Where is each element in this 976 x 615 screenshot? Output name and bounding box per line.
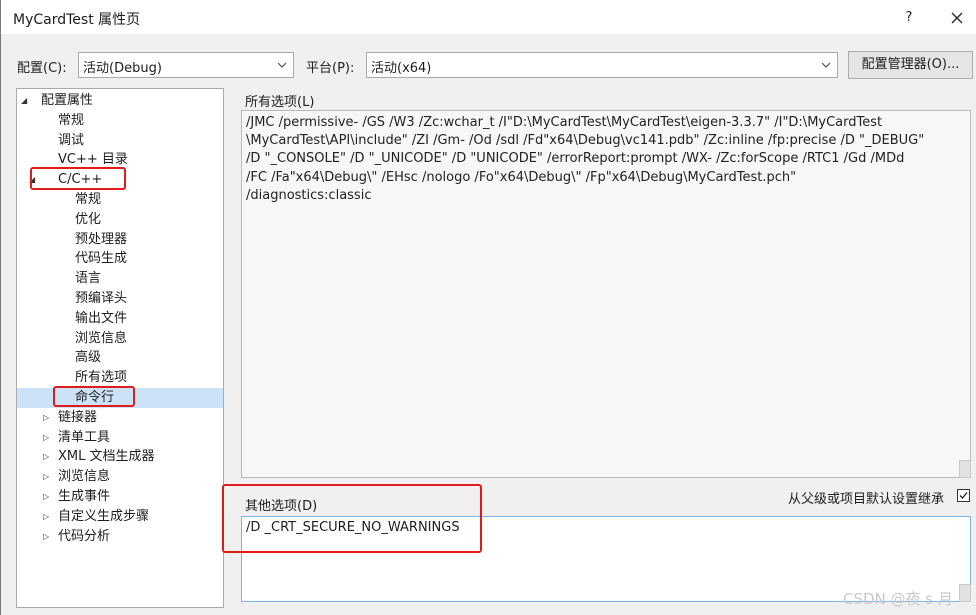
config-select-value: 活动(Debug) xyxy=(83,61,162,76)
chevron-down-icon xyxy=(277,62,287,68)
configuration-manager-button[interactable]: 配置管理器(O)... xyxy=(848,51,973,79)
tree-item-label: 浏览信息 xyxy=(75,330,128,346)
highlight-command-line xyxy=(53,386,135,407)
tree-item[interactable]: 调试 xyxy=(17,131,223,151)
chevron-down-icon xyxy=(821,62,831,68)
platform-select[interactable]: 活动(x64) xyxy=(366,52,838,78)
tree-item-label: 代码生成 xyxy=(75,251,128,267)
config-select[interactable]: 活动(Debug) xyxy=(78,52,294,78)
all-options-line: /diagnostics:classic xyxy=(246,187,372,203)
checkmark-icon xyxy=(959,492,968,499)
expand-arrow-icon[interactable]: ▷ xyxy=(43,467,49,487)
tree-item-label: 生成事件 xyxy=(58,489,111,504)
tree-item[interactable]: ▷ XML 文档生成器 xyxy=(17,447,223,467)
property-pages-dialog: MyCardTest 属性页 ? 配置(C): 活动(Debug) 平台(P):… xyxy=(0,0,976,615)
tree-item-label: 高级 xyxy=(75,350,102,366)
expand-arrow-icon[interactable]: ▷ xyxy=(43,487,49,507)
tree-item-label: 优化 xyxy=(75,211,102,227)
tree-item[interactable]: ◢ 配置属性 xyxy=(17,91,223,111)
tree-item-label: 预处理器 xyxy=(75,231,128,247)
tree-item-label: 配置属性 xyxy=(41,93,94,108)
tree-item-label: 清单工具 xyxy=(58,429,111,445)
window-title: MyCardTest 属性页 xyxy=(13,12,141,28)
all-options-line: /D "_CONSOLE" /D "_UNICODE" /D "UNICODE"… xyxy=(246,151,905,167)
all-options-line: \MyCardTest\API\include" /ZI /Gm- /Od /s… xyxy=(246,133,925,149)
tree-item[interactable]: ▷ 清单工具 xyxy=(17,428,223,448)
tree-item-label: 常规 xyxy=(75,192,102,207)
all-options-line: /FC /Fa"x64\Debug\" /EHsc /nologo /Fo"x6… xyxy=(246,169,797,185)
all-options-textbox[interactable]: /JMC /permissive- /GS /W3 /Zc:wchar_t /I… xyxy=(241,110,971,478)
tree-item[interactable]: 代码生成 xyxy=(17,249,223,269)
inherit-checkbox[interactable] xyxy=(957,489,970,502)
tree-item-label: 预编译头 xyxy=(75,291,128,306)
tree-item-label: 常规 xyxy=(58,112,85,128)
tree-item[interactable]: 预编译头 xyxy=(17,289,223,309)
tree-item-label: 浏览信息 xyxy=(58,469,111,485)
property-tree[interactable]: ◢ 配置属性 常规 调试 VC++ 目录 ◢ C/C++ 常规 优化 预处理器 代码生成 语言 预编译头… xyxy=(16,88,224,608)
tree-item-label: XML 文档生成器 xyxy=(58,449,155,465)
expand-arrow-icon[interactable]: ▷ xyxy=(43,447,49,467)
tree-item[interactable]: ▷ 生成事件 xyxy=(17,487,223,507)
all-options-label: 所有选项(L) xyxy=(245,95,315,110)
platform-label: 平台(P): xyxy=(306,61,355,76)
highlight-other-options xyxy=(222,484,482,553)
tree-item-label: 输出文件 xyxy=(75,310,128,326)
expand-arrow-icon[interactable]: ▷ xyxy=(43,428,49,448)
tree-item[interactable]: ▷ 浏览信息 xyxy=(17,467,223,487)
tree-item-label: 调试 xyxy=(58,132,85,148)
expand-arrow-icon[interactable]: ▷ xyxy=(43,527,49,547)
tree-item[interactable]: 常规 xyxy=(17,111,223,131)
watermark: CSDN @夜 s 月 xyxy=(843,590,953,608)
inherit-label: 从父级或项目默认设置继承 xyxy=(788,492,945,507)
tree-item[interactable]: ▷ 链接器 xyxy=(17,408,223,428)
expand-arrow-icon[interactable]: ▷ xyxy=(43,408,49,428)
close-button[interactable] xyxy=(943,5,971,31)
config-label: 配置(C): xyxy=(17,61,67,76)
tree-item-label: 语言 xyxy=(75,271,102,287)
tree-item[interactable]: 优化 xyxy=(17,210,223,230)
tree-item-label: 代码分析 xyxy=(58,528,111,544)
highlight-cpp-node xyxy=(30,167,126,190)
tree-item-label: 自定义生成步骤 xyxy=(58,508,150,524)
tree-item[interactable]: 高级 xyxy=(17,348,223,368)
close-icon xyxy=(951,12,963,24)
tree-item[interactable]: 语言 xyxy=(17,269,223,289)
expand-arrow-icon[interactable]: ▷ xyxy=(43,507,49,527)
tree-item[interactable]: 输出文件 xyxy=(17,309,223,329)
resize-handle[interactable] xyxy=(959,584,971,602)
tree-item[interactable]: 常规 xyxy=(17,190,223,210)
tree-item[interactable]: ▷ 代码分析 xyxy=(17,527,223,547)
resize-handle[interactable] xyxy=(959,460,971,478)
tree-item-label: 链接器 xyxy=(58,409,98,425)
all-options-line: /JMC /permissive- /GS /W3 /Zc:wchar_t /I… xyxy=(246,115,883,130)
help-button[interactable]: ? xyxy=(897,6,921,30)
title-bar: MyCardTest 属性页 ? xyxy=(1,0,976,34)
tree-item[interactable]: 浏览信息 xyxy=(17,329,223,349)
tree-item[interactable]: 预处理器 xyxy=(17,230,223,250)
platform-select-value: 活动(x64) xyxy=(371,61,432,76)
tree-item[interactable]: ▷ 自定义生成步骤 xyxy=(17,507,223,527)
collapse-arrow-icon[interactable]: ◢ xyxy=(21,91,27,111)
